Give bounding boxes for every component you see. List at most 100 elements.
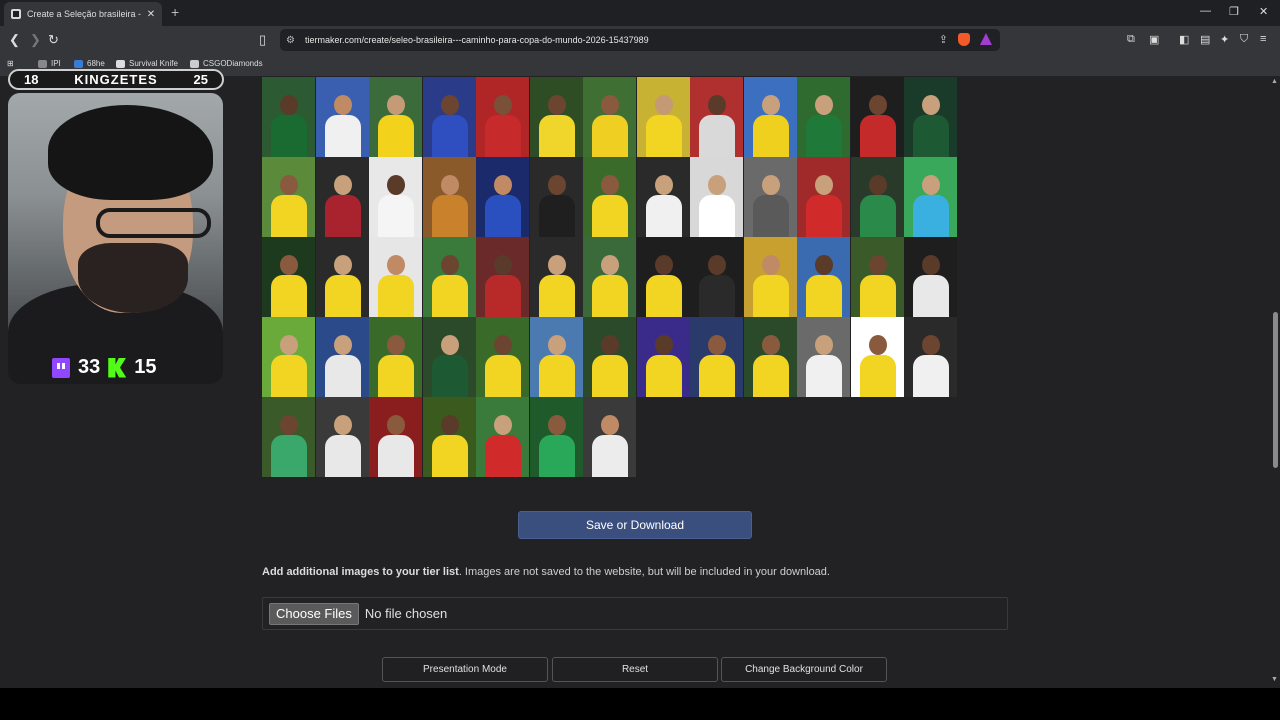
change-background-color-button[interactable]: Change Background Color xyxy=(721,657,887,682)
player-tile[interactable] xyxy=(797,77,850,157)
player-head xyxy=(922,175,940,195)
player-tile[interactable] xyxy=(315,157,369,237)
page-scrollbar[interactable]: ▲ ▼ xyxy=(1270,76,1280,688)
extensions-icon[interactable]: ⧉ xyxy=(1127,33,1135,46)
address-bar[interactable]: ⚙ tiermaker.com/create/seleo-brasileira-… xyxy=(280,29,1000,51)
player-tile[interactable] xyxy=(743,317,797,397)
player-tile[interactable] xyxy=(262,237,315,317)
player-tile[interactable] xyxy=(262,317,315,397)
player-tile[interactable] xyxy=(583,77,636,157)
player-tile[interactable] xyxy=(422,397,476,477)
player-tile[interactable] xyxy=(315,237,369,317)
reset-button[interactable]: Reset xyxy=(552,657,718,682)
player-tile[interactable] xyxy=(422,157,476,237)
player-tile[interactable] xyxy=(476,317,529,397)
player-tile[interactable] xyxy=(262,77,315,157)
wallet-icon[interactable]: ▣ xyxy=(1149,33,1159,46)
brave-shields-icon[interactable] xyxy=(958,33,970,46)
player-tile[interactable] xyxy=(690,77,743,157)
wallet-alt-icon[interactable]: ▤ xyxy=(1200,33,1210,46)
player-tile[interactable] xyxy=(529,317,583,397)
player-tile[interactable] xyxy=(529,237,583,317)
forward-icon[interactable]: ❯ xyxy=(30,32,41,48)
scrollbar-thumb[interactable] xyxy=(1273,312,1278,468)
player-tile[interactable] xyxy=(636,157,690,237)
player-tile[interactable] xyxy=(422,237,476,317)
scroll-up-icon[interactable]: ▲ xyxy=(1271,78,1278,85)
player-tile[interactable] xyxy=(369,317,422,397)
player-tile[interactable] xyxy=(369,397,422,477)
scroll-down-icon[interactable]: ▼ xyxy=(1271,676,1278,683)
player-tile[interactable] xyxy=(583,397,636,477)
player-tile[interactable] xyxy=(797,317,850,397)
player-tile[interactable] xyxy=(583,157,636,237)
player-tile[interactable] xyxy=(476,237,529,317)
webcam-hair xyxy=(48,105,213,200)
presentation-mode-button[interactable]: Presentation Mode xyxy=(382,657,548,682)
restore-icon[interactable]: ❐ xyxy=(1229,5,1239,18)
player-shirt xyxy=(485,435,521,477)
player-tile[interactable] xyxy=(743,77,797,157)
player-tile[interactable] xyxy=(262,397,315,477)
browser-tab[interactable]: Create a Seleção brasileira - Cam ✕ xyxy=(4,2,162,26)
bookmark-ipi[interactable]: IPI xyxy=(38,59,61,68)
close-window-icon[interactable]: ✕ xyxy=(1259,5,1268,18)
player-tile[interactable] xyxy=(743,237,797,317)
player-shirt xyxy=(859,115,896,157)
player-tile[interactable] xyxy=(690,237,743,317)
bookmark-68he[interactable]: 68he xyxy=(74,59,105,68)
player-tile[interactable] xyxy=(583,317,636,397)
leo-ai-icon[interactable]: ✦ xyxy=(1220,33,1229,46)
player-tile[interactable] xyxy=(850,77,904,157)
close-tab-icon[interactable]: ✕ xyxy=(144,9,158,20)
player-tile[interactable] xyxy=(422,77,476,157)
choose-files-button[interactable]: Choose Files xyxy=(269,602,359,625)
player-tile[interactable] xyxy=(529,77,583,157)
reload-icon[interactable]: ↻ xyxy=(48,32,59,48)
player-tile[interactable] xyxy=(797,237,850,317)
player-tile[interactable] xyxy=(369,77,422,157)
player-tile[interactable] xyxy=(850,317,904,397)
player-tile[interactable] xyxy=(904,317,957,397)
player-tile[interactable] xyxy=(369,237,422,317)
site-info-icon[interactable]: ⚙ xyxy=(286,35,296,46)
player-tile[interactable] xyxy=(904,77,957,157)
player-tile[interactable] xyxy=(797,157,850,237)
player-tile[interactable] xyxy=(476,77,529,157)
menu-icon[interactable]: ≡ xyxy=(1260,33,1266,45)
share-icon[interactable]: ⇪ xyxy=(939,33,948,46)
player-tile[interactable] xyxy=(476,397,529,477)
player-tile[interactable] xyxy=(529,157,583,237)
bookmark-survival-knife[interactable]: Survival Knife xyxy=(116,59,178,68)
bookmark-icon[interactable]: ▯ xyxy=(259,32,266,48)
player-tile[interactable] xyxy=(529,397,583,477)
player-tile[interactable] xyxy=(422,317,476,397)
player-head xyxy=(761,255,780,275)
back-icon[interactable]: ❮ xyxy=(9,32,20,48)
player-tile[interactable] xyxy=(315,397,369,477)
player-tile[interactable] xyxy=(850,237,904,317)
bookmark-csgodiamonds[interactable]: CSGODiamonds xyxy=(190,59,263,68)
minimize-icon[interactable]: — xyxy=(1200,5,1211,17)
player-tile[interactable] xyxy=(369,157,422,237)
new-tab-button[interactable]: + xyxy=(171,4,179,20)
player-tile[interactable] xyxy=(262,157,315,237)
player-tile[interactable] xyxy=(904,237,957,317)
url-text[interactable]: tiermaker.com/create/seleo-brasileira---… xyxy=(305,35,1000,45)
player-tile[interactable] xyxy=(743,157,797,237)
player-tile[interactable] xyxy=(850,157,904,237)
player-tile[interactable] xyxy=(690,317,743,397)
sidebar-icon[interactable]: ◧ xyxy=(1179,33,1189,46)
player-tile[interactable] xyxy=(583,237,636,317)
player-tile[interactable] xyxy=(636,77,690,157)
apps-icon[interactable]: ⊞ xyxy=(7,59,14,68)
player-tile[interactable] xyxy=(690,157,743,237)
player-tile[interactable] xyxy=(315,77,369,157)
player-tile[interactable] xyxy=(476,157,529,237)
vpn-icon[interactable]: ⛉ xyxy=(1240,33,1248,46)
save-or-download-button[interactable]: Save or Download xyxy=(518,511,752,539)
player-tile[interactable] xyxy=(315,317,369,397)
player-tile[interactable] xyxy=(904,157,957,237)
player-tile[interactable] xyxy=(636,317,690,397)
player-tile[interactable] xyxy=(636,237,690,317)
